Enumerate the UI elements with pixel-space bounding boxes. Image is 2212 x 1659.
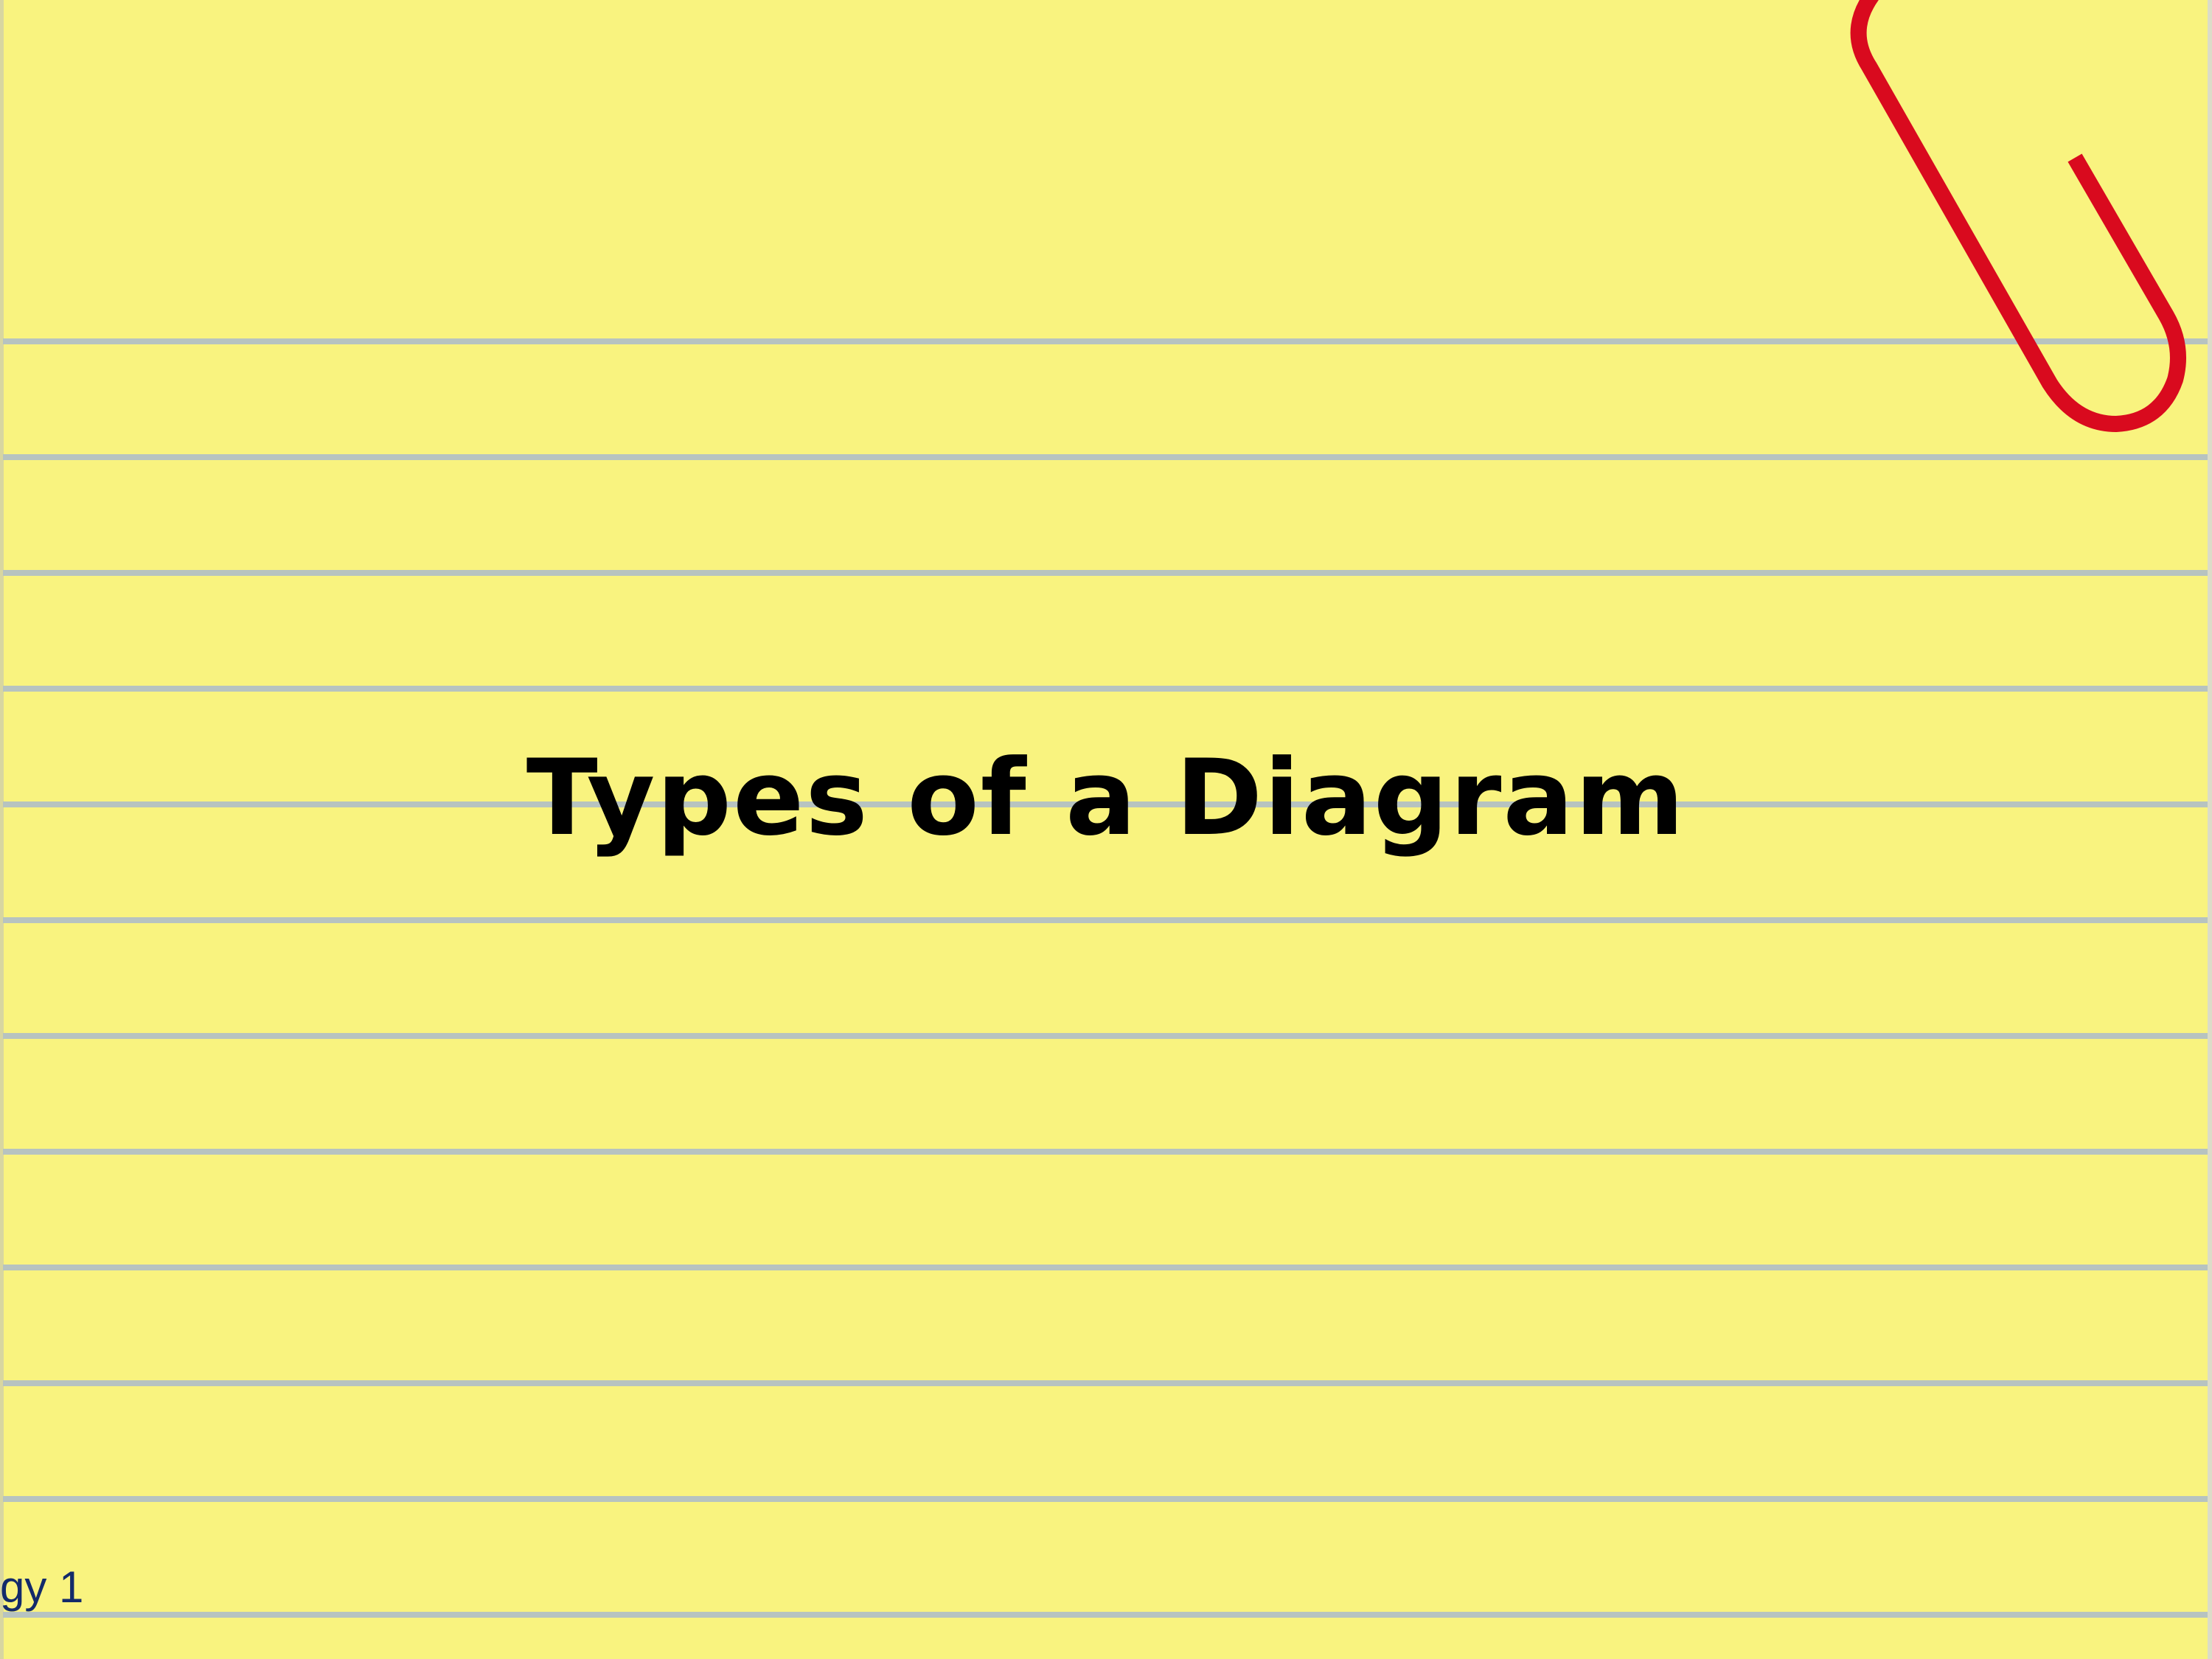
paperclip-icon bbox=[1850, 0, 2186, 432]
legal-pad-slide: Types of a Diagram gy 1 bbox=[0, 0, 2212, 1659]
